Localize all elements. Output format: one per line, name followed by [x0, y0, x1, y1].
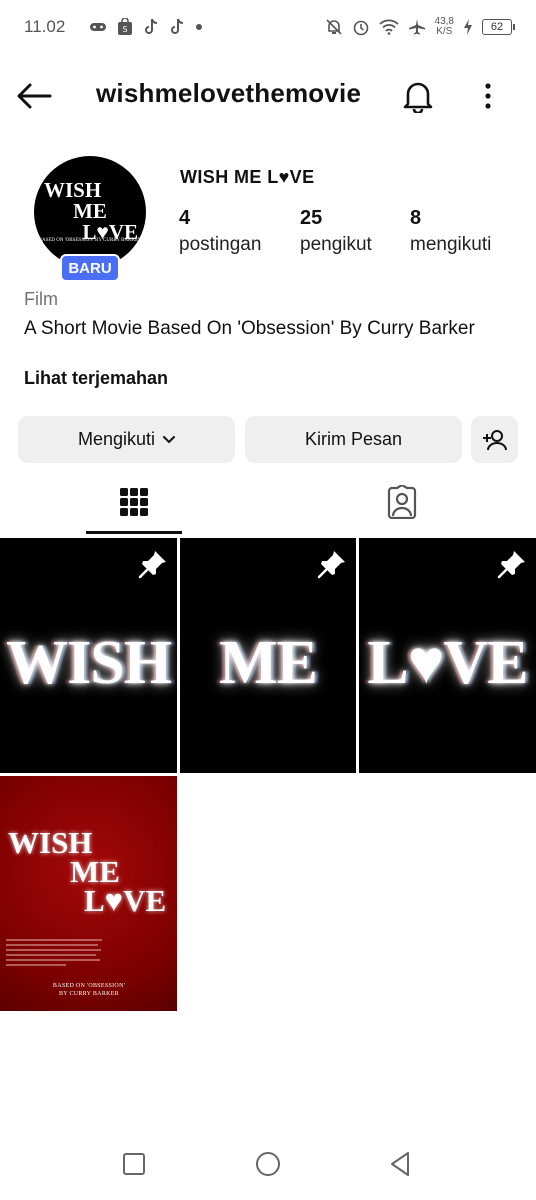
stat-posts-label: postingan [179, 234, 262, 255]
chevron-down-icon [163, 435, 176, 444]
suggest-people-button[interactable] [471, 416, 518, 463]
avatar-logo: WISH ME L♥VE [34, 180, 146, 243]
poster-credit-line: BY CURRY BARKER [58, 991, 120, 997]
message-button-label: Kirim Pesan [304, 429, 403, 449]
more-vertical-icon [485, 83, 491, 109]
profile-header: wishmelovethemovie [0, 60, 536, 130]
poster-credit-line: BASED ON 'OBSESSION' [52, 983, 126, 989]
mute-icon [325, 18, 343, 36]
home-button[interactable] [248, 1148, 288, 1180]
notifications-button[interactable] [398, 76, 438, 116]
avatar-logo-line: WISH [44, 178, 102, 202]
network-speed: 43,8 K/S [435, 17, 454, 37]
grid-post[interactable]: L♥VE [359, 538, 536, 773]
charging-icon [463, 19, 473, 35]
stat-following-value: 8 [410, 207, 422, 229]
poster-title: WISH ME L♥VE [8, 825, 177, 918]
bell-icon [403, 82, 433, 113]
tiktok-icon [169, 18, 185, 36]
following-button-label: Mengikuti [77, 429, 156, 449]
avatar[interactable]: WISH ME L♥VE BASED ON 'OBSESSION' BY CUR… [34, 156, 146, 268]
poster-fine-print [6, 938, 104, 970]
grid-icon [120, 488, 148, 516]
new-badge: BARU [60, 254, 120, 282]
following-button[interactable]: Mengikuti [18, 416, 235, 463]
stat-followers[interactable]: 25 pengikut [300, 206, 372, 260]
tab-posts-grid[interactable] [0, 470, 268, 534]
active-tab-indicator [86, 531, 182, 534]
post-text: WISH [6, 629, 172, 697]
network-speed-unit: K/S [436, 26, 453, 37]
profile-bio: A Short Movie Based On 'Obsession' By Cu… [24, 318, 475, 339]
stat-following[interactable]: 8 mengikuti [410, 206, 491, 260]
svg-text:S: S [123, 25, 128, 34]
alarm-icon [352, 18, 370, 36]
post-text: ME [219, 629, 318, 697]
back-button[interactable] [16, 80, 56, 112]
more-options-button[interactable] [470, 76, 506, 116]
stat-followers-label: pengikut [300, 234, 372, 255]
profile-username: wishmelovethemovie [96, 78, 362, 108]
pin-icon [138, 551, 166, 579]
grid-post[interactable]: ME [180, 538, 356, 773]
grid-post[interactable]: WISH [0, 538, 177, 773]
back-arrow-icon [17, 83, 52, 109]
recents-button[interactable] [114, 1148, 154, 1180]
poster-title-line: ME [70, 854, 120, 889]
status-bar: 11.02 S 43,8 K/S 62 [0, 0, 536, 54]
post-text: L♥VE [367, 629, 528, 697]
home-circle-icon [256, 1152, 280, 1176]
battery-indicator: 62 [482, 19, 515, 35]
tab-tagged[interactable] [268, 470, 536, 534]
system-nav-bar [0, 1132, 536, 1196]
profile-category: Film [24, 289, 58, 309]
pin-icon [317, 551, 345, 579]
dot-icon [195, 23, 203, 31]
poster-credit: BASED ON 'OBSESSION' BY CURRY BARKER [0, 982, 177, 998]
profile-tabs [0, 470, 536, 534]
avatar-logo-line: ME [73, 199, 107, 223]
poster-title-line: L♥VE [84, 883, 167, 918]
back-nav-button[interactable] [380, 1148, 420, 1180]
see-translation-link[interactable]: Lihat terjemahan [24, 368, 168, 389]
recents-square-icon [123, 1153, 145, 1175]
wifi-icon [378, 19, 399, 35]
airplane-icon [408, 18, 426, 36]
avatar-small-text: BASED ON 'OBSESSION' BY CURRY BARKER [38, 238, 142, 243]
tagged-person-icon [387, 485, 417, 519]
shopping-bag-icon: S [117, 18, 133, 36]
display-name: WISH ME L♥VE [180, 167, 315, 187]
stat-posts-value: 4 [179, 207, 191, 229]
poster-title-line: WISH [8, 825, 93, 860]
add-person-icon [482, 429, 507, 450]
stat-posts[interactable]: 4 postingan [179, 206, 261, 260]
message-button[interactable]: Kirim Pesan [245, 416, 462, 463]
status-time: 11.02 [24, 17, 66, 36]
grid-post[interactable]: WISH ME L♥VE BASED ON 'OBSESSION' BY CUR… [0, 776, 177, 1011]
stat-followers-value: 25 [300, 207, 323, 229]
game-controller-icon [89, 20, 107, 34]
stat-following-label: mengikuti [410, 234, 492, 255]
pin-icon [497, 551, 525, 579]
back-triangle-icon [391, 1152, 409, 1176]
tiktok-icon [143, 18, 159, 36]
